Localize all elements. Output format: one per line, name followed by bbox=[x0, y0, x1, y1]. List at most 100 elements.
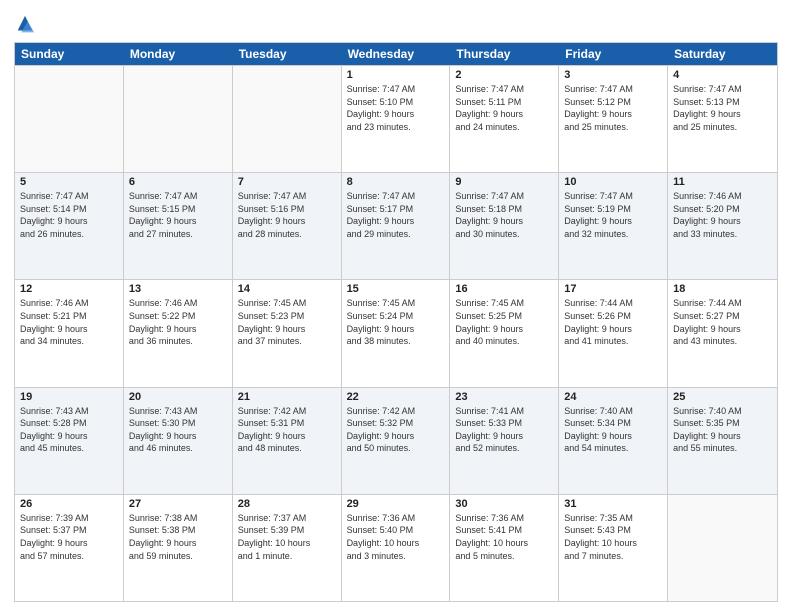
day-cell-6: 6Sunrise: 7:47 AM Sunset: 5:15 PM Daylig… bbox=[124, 173, 233, 279]
day-info: Sunrise: 7:44 AM Sunset: 5:26 PM Dayligh… bbox=[564, 297, 662, 347]
week-row-2: 12 Sunrise: 7:46 AM Sunset: 5:21 PM Dayli… bbox=[15, 279, 777, 386]
day-cell-31: 31 Sunrise: 7:35 AM Sunset: 5:43 PM Dayli… bbox=[559, 495, 668, 601]
day-number: 12 bbox=[20, 283, 118, 295]
empty-cell bbox=[15, 66, 124, 172]
week-row-0: 1 Sunrise: 7:47 AM Sunset: 5:10 PM Daylig… bbox=[15, 65, 777, 172]
day-cell-5: 5 Sunrise: 7:47 AM Sunset: 5:14 PM Daylig… bbox=[15, 173, 124, 279]
day-cell-19: 19Sunrise: 7:43 AM Sunset: 5:28 PM Dayli… bbox=[15, 388, 124, 494]
logo bbox=[14, 14, 38, 36]
calendar: SundayMondayTuesdayWednesdayThursdayFrid… bbox=[14, 42, 778, 602]
week-row-3: 19Sunrise: 7:43 AM Sunset: 5:28 PM Dayli… bbox=[15, 387, 777, 494]
day-number: 24 bbox=[564, 391, 662, 403]
day-number: 26 bbox=[20, 498, 118, 510]
day-info: Sunrise: 7:47 AM Sunset: 5:17 PM Dayligh… bbox=[347, 190, 445, 240]
day-info: Sunrise: 7:47 AM Sunset: 5:14 PM Dayligh… bbox=[20, 190, 118, 240]
day-cell-28: 28 Sunrise: 7:37 AM Sunset: 5:39 PM Dayli… bbox=[233, 495, 342, 601]
day-number: 29 bbox=[347, 498, 445, 510]
day-headers: SundayMondayTuesdayWednesdayThursdayFrid… bbox=[15, 43, 777, 65]
day-info: Sunrise: 7:46 AM Sunset: 5:22 PM Dayligh… bbox=[129, 297, 227, 347]
day-info: Sunrise: 7:47 AM Sunset: 5:13 PM Dayligh… bbox=[673, 83, 772, 133]
day-cell-4: 4 Sunrise: 7:47 AM Sunset: 5:13 PM Daylig… bbox=[668, 66, 777, 172]
day-cell-25: 25 Sunrise: 7:40 AM Sunset: 5:35 PM Dayli… bbox=[668, 388, 777, 494]
day-info: Sunrise: 7:36 AM Sunset: 5:41 PM Dayligh… bbox=[455, 512, 553, 562]
day-cell-18: 18 Sunrise: 7:44 AM Sunset: 5:27 PM Dayli… bbox=[668, 280, 777, 386]
day-header-sunday: Sunday bbox=[15, 43, 124, 65]
day-cell-14: 14 Sunrise: 7:45 AM Sunset: 5:23 PM Dayli… bbox=[233, 280, 342, 386]
day-number: 7 bbox=[238, 176, 336, 188]
day-header-wednesday: Wednesday bbox=[342, 43, 451, 65]
day-header-tuesday: Tuesday bbox=[233, 43, 342, 65]
day-cell-12: 12 Sunrise: 7:46 AM Sunset: 5:21 PM Dayli… bbox=[15, 280, 124, 386]
day-number: 14 bbox=[238, 283, 336, 295]
day-info: Sunrise: 7:45 AM Sunset: 5:23 PM Dayligh… bbox=[238, 297, 336, 347]
day-cell-3: 3 Sunrise: 7:47 AM Sunset: 5:12 PM Daylig… bbox=[559, 66, 668, 172]
day-cell-16: 16Sunrise: 7:45 AM Sunset: 5:25 PM Dayli… bbox=[450, 280, 559, 386]
day-info: Sunrise: 7:47 AM Sunset: 5:11 PM Dayligh… bbox=[455, 83, 553, 133]
day-info: Sunrise: 7:46 AM Sunset: 5:21 PM Dayligh… bbox=[20, 297, 118, 347]
day-cell-29: 29 Sunrise: 7:36 AM Sunset: 5:40 PM Dayli… bbox=[342, 495, 451, 601]
logo-icon bbox=[14, 14, 36, 36]
day-number: 4 bbox=[673, 69, 772, 81]
day-number: 11 bbox=[673, 176, 772, 188]
day-cell-24: 24Sunrise: 7:40 AM Sunset: 5:34 PM Dayli… bbox=[559, 388, 668, 494]
week-row-4: 26 Sunrise: 7:39 AM Sunset: 5:37 PM Dayli… bbox=[15, 494, 777, 601]
day-number: 23 bbox=[455, 391, 553, 403]
day-cell-17: 17Sunrise: 7:44 AM Sunset: 5:26 PM Dayli… bbox=[559, 280, 668, 386]
day-cell-2: 2 Sunrise: 7:47 AM Sunset: 5:11 PM Daylig… bbox=[450, 66, 559, 172]
day-number: 31 bbox=[564, 498, 662, 510]
day-info: Sunrise: 7:47 AM Sunset: 5:15 PM Dayligh… bbox=[129, 190, 227, 240]
day-info: Sunrise: 7:47 AM Sunset: 5:10 PM Dayligh… bbox=[347, 83, 445, 133]
day-info: Sunrise: 7:36 AM Sunset: 5:40 PM Dayligh… bbox=[347, 512, 445, 562]
day-info: Sunrise: 7:35 AM Sunset: 5:43 PM Dayligh… bbox=[564, 512, 662, 562]
day-number: 27 bbox=[129, 498, 227, 510]
day-number: 1 bbox=[347, 69, 445, 81]
day-cell-13: 13 Sunrise: 7:46 AM Sunset: 5:22 PM Dayli… bbox=[124, 280, 233, 386]
empty-cell bbox=[124, 66, 233, 172]
day-info: Sunrise: 7:41 AM Sunset: 5:33 PM Dayligh… bbox=[455, 405, 553, 455]
day-info: Sunrise: 7:40 AM Sunset: 5:35 PM Dayligh… bbox=[673, 405, 772, 455]
day-cell-10: 10Sunrise: 7:47 AM Sunset: 5:19 PM Dayli… bbox=[559, 173, 668, 279]
day-cell-11: 11 Sunrise: 7:46 AM Sunset: 5:20 PM Dayli… bbox=[668, 173, 777, 279]
day-info: Sunrise: 7:45 AM Sunset: 5:24 PM Dayligh… bbox=[347, 297, 445, 347]
day-cell-22: 22Sunrise: 7:42 AM Sunset: 5:32 PM Dayli… bbox=[342, 388, 451, 494]
day-number: 20 bbox=[129, 391, 227, 403]
day-header-thursday: Thursday bbox=[450, 43, 559, 65]
day-info: Sunrise: 7:47 AM Sunset: 5:16 PM Dayligh… bbox=[238, 190, 336, 240]
day-number: 8 bbox=[347, 176, 445, 188]
day-number: 25 bbox=[673, 391, 772, 403]
empty-cell bbox=[668, 495, 777, 601]
day-cell-7: 7 Sunrise: 7:47 AM Sunset: 5:16 PM Daylig… bbox=[233, 173, 342, 279]
day-number: 28 bbox=[238, 498, 336, 510]
day-number: 21 bbox=[238, 391, 336, 403]
day-number: 5 bbox=[20, 176, 118, 188]
day-cell-30: 30Sunrise: 7:36 AM Sunset: 5:41 PM Dayli… bbox=[450, 495, 559, 601]
day-number: 3 bbox=[564, 69, 662, 81]
day-cell-23: 23 Sunrise: 7:41 AM Sunset: 5:33 PM Dayli… bbox=[450, 388, 559, 494]
day-number: 18 bbox=[673, 283, 772, 295]
day-number: 15 bbox=[347, 283, 445, 295]
day-header-friday: Friday bbox=[559, 43, 668, 65]
day-info: Sunrise: 7:47 AM Sunset: 5:18 PM Dayligh… bbox=[455, 190, 553, 240]
day-number: 2 bbox=[455, 69, 553, 81]
day-info: Sunrise: 7:47 AM Sunset: 5:12 PM Dayligh… bbox=[564, 83, 662, 133]
day-header-saturday: Saturday bbox=[668, 43, 777, 65]
day-number: 16 bbox=[455, 283, 553, 295]
day-cell-21: 21 Sunrise: 7:42 AM Sunset: 5:31 PM Dayli… bbox=[233, 388, 342, 494]
day-info: Sunrise: 7:42 AM Sunset: 5:32 PM Dayligh… bbox=[347, 405, 445, 455]
day-number: 9 bbox=[455, 176, 553, 188]
day-cell-8: 8 Sunrise: 7:47 AM Sunset: 5:17 PM Daylig… bbox=[342, 173, 451, 279]
day-info: Sunrise: 7:38 AM Sunset: 5:38 PM Dayligh… bbox=[129, 512, 227, 562]
day-cell-27: 27 Sunrise: 7:38 AM Sunset: 5:38 PM Dayli… bbox=[124, 495, 233, 601]
day-info: Sunrise: 7:37 AM Sunset: 5:39 PM Dayligh… bbox=[238, 512, 336, 562]
day-info: Sunrise: 7:44 AM Sunset: 5:27 PM Dayligh… bbox=[673, 297, 772, 347]
page-container: SundayMondayTuesdayWednesdayThursdayFrid… bbox=[0, 0, 792, 612]
day-cell-1: 1 Sunrise: 7:47 AM Sunset: 5:10 PM Daylig… bbox=[342, 66, 451, 172]
day-info: Sunrise: 7:47 AM Sunset: 5:19 PM Dayligh… bbox=[564, 190, 662, 240]
day-info: Sunrise: 7:46 AM Sunset: 5:20 PM Dayligh… bbox=[673, 190, 772, 240]
day-info: Sunrise: 7:42 AM Sunset: 5:31 PM Dayligh… bbox=[238, 405, 336, 455]
day-info: Sunrise: 7:39 AM Sunset: 5:37 PM Dayligh… bbox=[20, 512, 118, 562]
day-number: 13 bbox=[129, 283, 227, 295]
day-number: 19 bbox=[20, 391, 118, 403]
day-header-monday: Monday bbox=[124, 43, 233, 65]
header bbox=[14, 10, 778, 36]
